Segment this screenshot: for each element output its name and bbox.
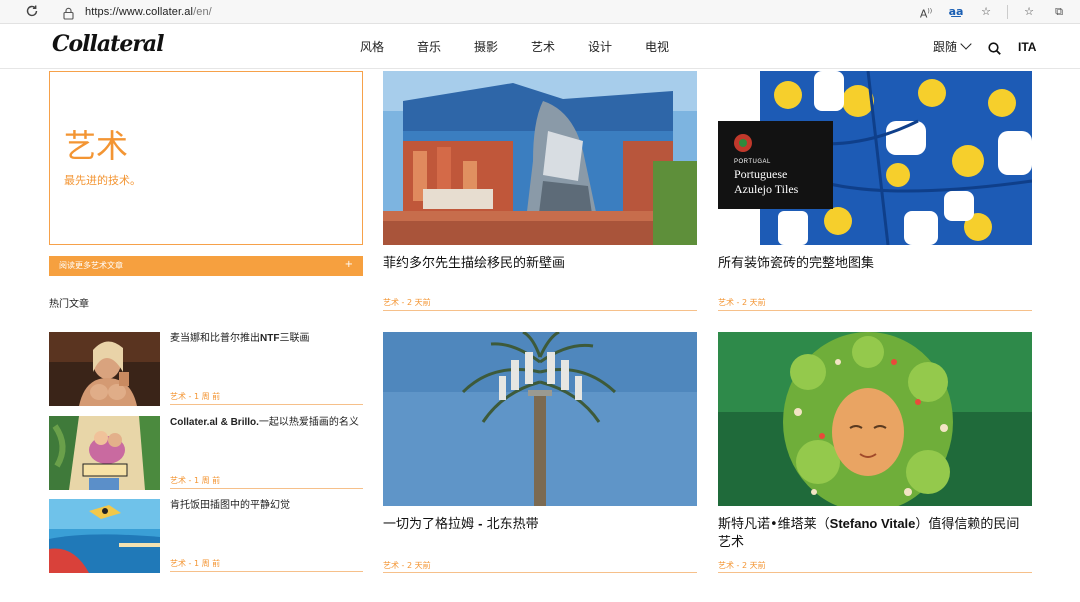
nav-item-music[interactable]: 音乐 <box>417 40 474 54</box>
overlay-line1: Portuguese <box>734 167 787 181</box>
url-text[interactable]: https://www.collater.al/en/ <box>85 5 212 19</box>
article-image[interactable]: PORTUGAL Portuguese Azulejo Tiles <box>718 71 1032 245</box>
overlay-flag-label: PORTUGAL <box>734 159 771 165</box>
favorites-bar-icon[interactable]: ☆ <box>1020 3 1038 21</box>
site-header: Collateral 风格 音乐 摄影 艺术 设计 电视 跟随 ITA <box>0 25 1080 69</box>
popular-meta[interactable]: 艺术 - 1 周 前 <box>170 476 220 486</box>
read-aloud-icon[interactable]: A)) <box>917 3 935 21</box>
popular-title-text: 一起以热爱插画的名义 <box>258 417 359 428</box>
toolbar-divider <box>1007 5 1008 19</box>
popular-item[interactable]: Collater.al & Brillo.一起以热爱插画的名义 艺术 - 1 周… <box>49 416 363 490</box>
browser-actions: A)) a͟a ☆ ☆ ⧉ <box>917 3 1068 21</box>
nav-item-design[interactable]: 设计 <box>588 40 645 54</box>
browser-toolbar: https://www.collater.al/en/ A)) a͟a ☆ ☆ … <box>0 0 1080 24</box>
divider <box>718 310 1032 311</box>
divider <box>170 404 363 405</box>
popular-meta[interactable]: 艺术 - 1 周 前 <box>170 559 220 569</box>
article-title-bold: Stefano Vitale <box>829 516 916 531</box>
article-image[interactable] <box>383 71 697 245</box>
popular-heading: 热门文章 <box>49 299 89 310</box>
popular-title[interactable]: 肯托饭田插图中的平静幻觉 <box>170 499 363 512</box>
read-more-label: 阅读更多艺术文章 <box>59 261 123 270</box>
section-subtitle: 最先进的技术。 <box>64 174 141 187</box>
overlay-line2: Azulejo Tiles <box>734 182 799 196</box>
article-title[interactable]: 斯特凡诺•维塔莱（Stefano Vitale）值得信赖的民间艺术 <box>718 515 1032 552</box>
chevron-down-icon <box>960 38 972 50</box>
popular-title-text: 三联画 <box>279 333 310 344</box>
search-icon[interactable] <box>988 40 1001 55</box>
article-title[interactable]: 所有装饰瓷砖的完整地图集 <box>718 254 1032 273</box>
article-title-text: 一切为了格拉姆 <box>383 517 479 532</box>
popular-thumbnail[interactable] <box>49 332 160 406</box>
follow-label: 跟随 <box>933 40 958 54</box>
nav-item-tv[interactable]: 电视 <box>645 40 702 54</box>
popular-title-bold: NTF <box>260 333 280 344</box>
collections-icon[interactable]: ⧉ <box>1050 3 1068 21</box>
nav-item-photography[interactable]: 摄影 <box>474 40 531 54</box>
article-meta[interactable]: 艺术 - 2 天前 <box>383 298 431 308</box>
popular-meta[interactable]: 艺术 - 1 周 前 <box>170 392 220 402</box>
read-more-button[interactable]: 阅读更多艺术文章 + <box>49 256 363 276</box>
popular-title-text: 肯托饭田插图中的平静幻觉 <box>170 500 290 511</box>
article-meta[interactable]: 艺术 - 2 天前 <box>718 561 766 571</box>
plus-icon: + <box>344 259 353 270</box>
lock-icon[interactable] <box>63 5 74 20</box>
section-title: 艺术 <box>64 127 129 165</box>
article-meta[interactable]: 艺术 - 2 天前 <box>718 298 766 308</box>
article-image[interactable] <box>718 332 1032 506</box>
popular-thumbnail[interactable] <box>49 499 160 573</box>
site-logo[interactable]: Collateral <box>52 31 165 57</box>
popular-item[interactable]: 麦当娜和比普尔推出NTF三联画 艺术 - 1 周 前 <box>49 332 363 406</box>
divider <box>718 572 1032 573</box>
divider <box>383 572 697 573</box>
popular-title-text: 麦当娜和比普尔推出 <box>170 333 260 344</box>
popular-item[interactable]: 肯托饭田插图中的平静幻觉 艺术 - 1 周 前 <box>49 499 363 573</box>
popular-title-bold: Collater.al & Brillo. <box>170 417 259 428</box>
article-title[interactable]: 一切为了格拉姆 - 北东热带 <box>383 515 697 534</box>
favorite-icon[interactable]: ☆ <box>977 3 995 21</box>
section-intro-box: 艺术 最先进的技术。 <box>49 71 363 245</box>
popular-title[interactable]: Collater.al & Brillo.一起以热爱插画的名义 <box>170 416 363 429</box>
article-title-text: 所有装饰瓷砖的完整地图集 <box>718 256 875 271</box>
follow-dropdown[interactable]: 跟随 <box>933 38 972 54</box>
translate-icon[interactable]: a͟a <box>947 3 965 21</box>
main-nav: 风格 音乐 摄影 艺术 设计 电视 <box>360 40 702 54</box>
url-host: https://www.collater.al <box>85 6 194 18</box>
divider <box>383 310 697 311</box>
popular-thumbnail[interactable] <box>49 416 160 490</box>
popular-title[interactable]: 麦当娜和比普尔推出NTF三联画 <box>170 332 363 345</box>
url-path: /en/ <box>193 6 212 18</box>
reload-icon[interactable] <box>24 4 40 20</box>
article-title-text: 北东热带 <box>482 517 539 532</box>
nav-item-art[interactable]: 艺术 <box>531 40 588 54</box>
article-title-text: 菲约多尔先生描绘移民的新壁画 <box>383 256 566 271</box>
nav-item-style[interactable]: 风格 <box>360 40 417 54</box>
article-image[interactable] <box>383 332 697 506</box>
divider <box>170 571 363 572</box>
divider <box>170 488 363 489</box>
language-switch[interactable]: ITA <box>1018 40 1036 54</box>
article-title-text: 斯特凡诺•维塔莱（ <box>718 517 830 532</box>
article-meta[interactable]: 艺术 - 2 天前 <box>383 561 431 571</box>
article-title[interactable]: 菲约多尔先生描绘移民的新壁画 <box>383 254 697 273</box>
